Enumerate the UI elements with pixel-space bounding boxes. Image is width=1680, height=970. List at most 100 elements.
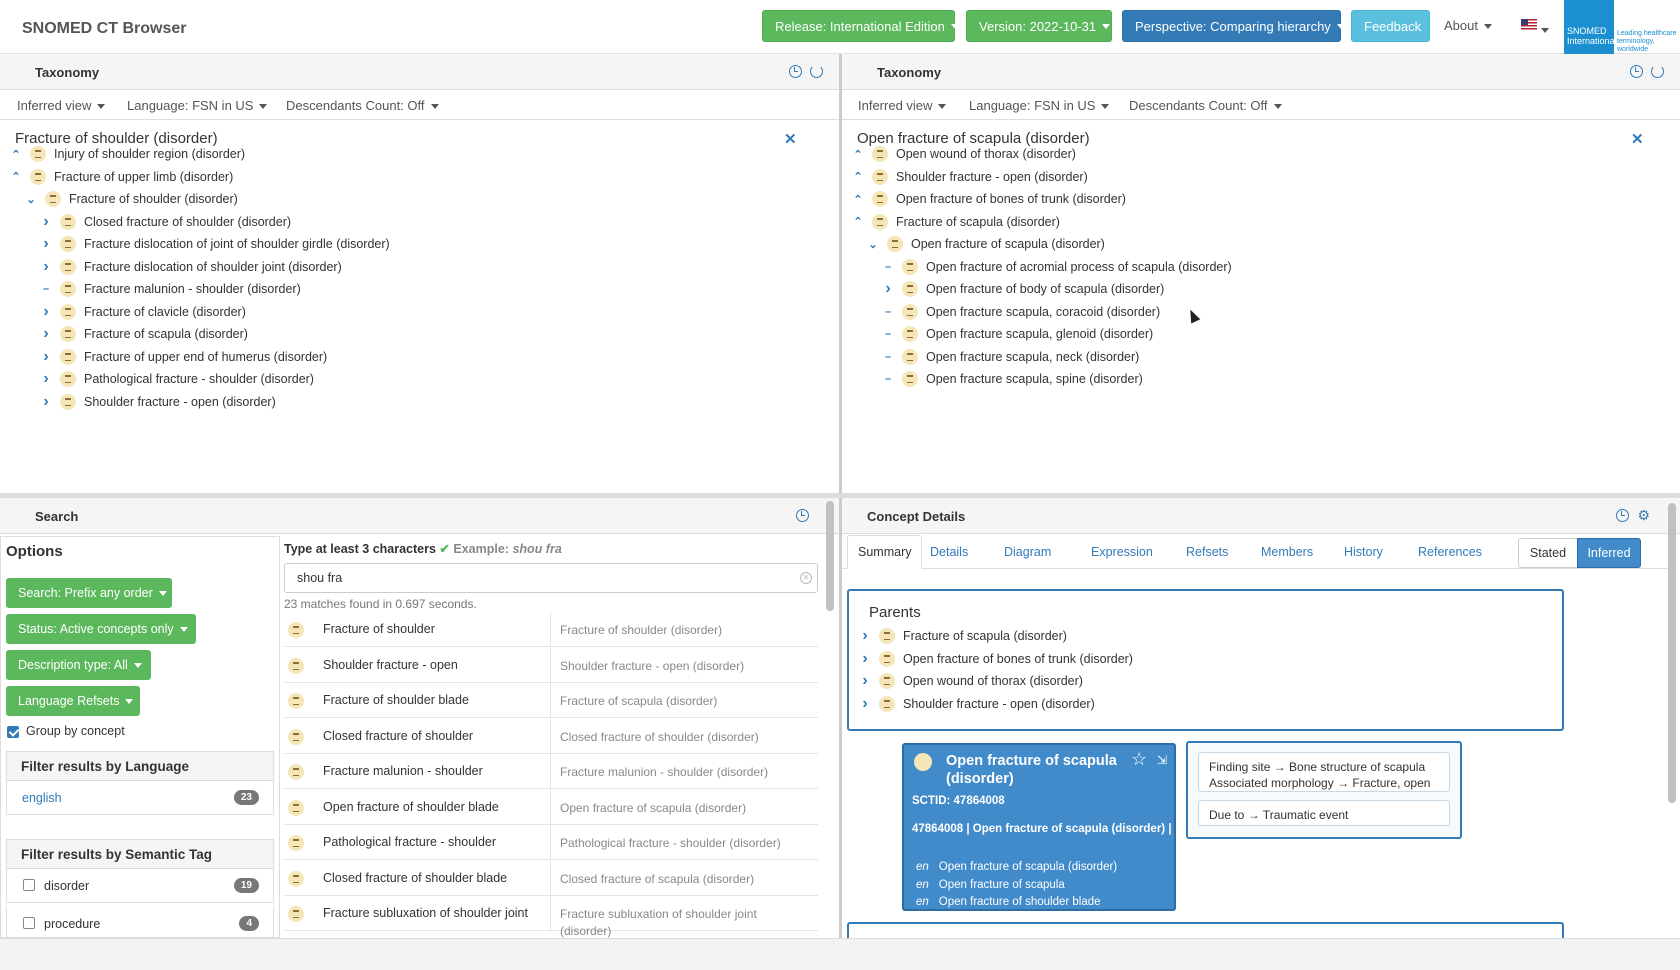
close-icon[interactable]: ✕	[1631, 130, 1644, 148]
tree-row-label[interactable]: Injury of shoulder region (disorder)	[54, 147, 245, 161]
result-term[interactable]: Open fracture of shoulder blade	[323, 800, 499, 814]
refresh-icon[interactable]	[1651, 65, 1664, 78]
history-icon[interactable]	[789, 65, 802, 78]
filter-checkbox[interactable]	[23, 879, 35, 891]
stated-toggle[interactable]: Stated	[1518, 538, 1578, 568]
tree-row-label[interactable]: Open fracture scapula, neck (disorder)	[926, 350, 1139, 364]
chevron-up-icon[interactable]: ⌃	[8, 148, 24, 161]
tree-row[interactable]: – Open fracture scapula, spine (disorder)	[880, 368, 1143, 390]
chevron-right-icon[interactable]: ›	[880, 280, 896, 298]
search-result-row[interactable]: Closed fracture of shoulder blade Closed …	[284, 860, 818, 896]
result-term[interactable]: Fracture subluxation of shoulder joint	[323, 906, 528, 920]
parent-row[interactable]: › Shoulder fracture - open (disorder)	[857, 693, 1095, 715]
tree-row-label[interactable]: Shoulder fracture - open (disorder)	[896, 170, 1088, 184]
chevron-up-icon[interactable]: ⌃	[850, 170, 866, 183]
pin-icon[interactable]: ⇲	[1157, 753, 1167, 767]
parent-row[interactable]: › Open fracture of bones of trunk (disord…	[857, 648, 1133, 670]
tree-row-label[interactable]: Open fracture scapula, spine (disorder)	[926, 372, 1143, 386]
tree-row[interactable]: › Fracture of upper end of humerus (disor…	[38, 346, 327, 368]
chevron-right-icon[interactable]: ›	[38, 370, 54, 388]
chevron-right-icon[interactable]: ›	[857, 695, 873, 713]
feedback-button[interactable]: Feedback	[1351, 10, 1430, 42]
history-icon[interactable]	[796, 509, 809, 522]
tree-row[interactable]: – Open fracture scapula, glenoid (disorde…	[880, 323, 1153, 345]
chevron-right-icon[interactable]: ›	[857, 627, 873, 645]
version-dropdown[interactable]: Version: 2022-10-31	[966, 10, 1112, 42]
tree-row[interactable]: › Fracture of scapula (disorder)	[38, 323, 248, 345]
search-result-row[interactable]: Fracture subluxation of shoulder joint Fr…	[284, 896, 818, 938]
tree-row[interactable]: › Shoulder fracture - open (disorder)	[38, 391, 276, 413]
chevron-right-icon[interactable]: ›	[38, 325, 54, 343]
inferred-toggle[interactable]: Inferred	[1577, 538, 1641, 568]
chevron-right-icon[interactable]: ›	[38, 348, 54, 366]
tab-members[interactable]: Members	[1251, 535, 1323, 569]
result-term[interactable]: Fracture of shoulder blade	[323, 693, 469, 707]
chevron-down-icon[interactable]: ⌄	[23, 193, 39, 206]
filter-row[interactable]: procedure 4	[6, 907, 274, 941]
tree-row-label[interactable]: Shoulder fracture - open (disorder)	[84, 395, 276, 409]
result-term[interactable]: Fracture of shoulder	[323, 622, 435, 636]
parent-row[interactable]: › Open wound of thorax (disorder)	[857, 670, 1083, 692]
tree-row-label[interactable]: Fracture of scapula (disorder)	[896, 215, 1060, 229]
tab-diagram[interactable]: Diagram	[994, 535, 1061, 569]
tab-history[interactable]: History	[1334, 535, 1393, 569]
chevron-right-icon[interactable]: ›	[38, 303, 54, 321]
filter-label[interactable]: english	[22, 791, 62, 805]
tree-row[interactable]: › Closed fracture of shoulder (disorder)	[38, 211, 291, 233]
search-mode-dropdown[interactable]: Search: Prefix any order	[6, 578, 172, 608]
tree-row-label[interactable]: Open fracture of bones of trunk (disorde…	[896, 192, 1126, 206]
close-icon[interactable]: ✕	[784, 130, 797, 148]
tree-row-label[interactable]: Fracture of clavicle (disorder)	[84, 305, 246, 319]
search-result-row[interactable]: Shoulder fracture - open Shoulder fractur…	[284, 647, 818, 683]
tree-row-label[interactable]: Open fracture of scapula (disorder)	[911, 237, 1105, 251]
tree-row[interactable]: ⌃ Open wound of thorax (disorder)	[850, 143, 1076, 165]
search-scrollbar[interactable]	[826, 501, 834, 611]
tree-row[interactable]: ⌄ Open fracture of scapula (disorder)	[865, 233, 1105, 255]
result-term[interactable]: Closed fracture of shoulder	[323, 729, 473, 743]
about-menu[interactable]: About	[1444, 18, 1492, 33]
refresh-icon[interactable]	[810, 65, 823, 78]
language-dropdown[interactable]: Language: FSN in US	[127, 98, 268, 113]
view-dropdown[interactable]: Inferred view	[858, 98, 947, 113]
tree-row-label[interactable]: Fracture dislocation of shoulder joint (…	[84, 260, 342, 274]
tree-row[interactable]: – Open fracture scapula, coracoid (disord…	[880, 301, 1160, 323]
chevron-up-icon[interactable]: ⌃	[850, 148, 866, 161]
tree-row[interactable]: – Open fracture of acromial process of sc…	[880, 256, 1232, 278]
tree-row-label[interactable]: Open wound of thorax (disorder)	[896, 147, 1076, 161]
chevron-right-icon[interactable]: ›	[857, 672, 873, 690]
chevron-right-icon[interactable]: ›	[38, 393, 54, 411]
descendants-dropdown[interactable]: Descendants Count: Off	[1129, 98, 1282, 113]
tree-row[interactable]: › Open fracture of body of scapula (disor…	[880, 278, 1164, 300]
tree-row[interactable]: › Fracture dislocation of shoulder joint …	[38, 256, 342, 278]
history-icon[interactable]	[1630, 65, 1643, 78]
tab-references[interactable]: References	[1408, 535, 1492, 569]
tab-expression[interactable]: Expression	[1081, 535, 1163, 569]
tree-row[interactable]: ⌃ Injury of shoulder region (disorder)	[8, 143, 245, 165]
tree-row-label[interactable]: Fracture of upper end of humerus (disord…	[84, 350, 327, 364]
perspective-dropdown[interactable]: Perspective: Comparing hierarchy	[1122, 10, 1345, 42]
view-dropdown[interactable]: Inferred view	[17, 98, 106, 113]
result-term[interactable]: Pathological fracture - shoulder	[323, 835, 496, 849]
tree-row-label[interactable]: Pathological fracture - shoulder (disord…	[84, 372, 314, 386]
tree-row[interactable]: ⌃ Shoulder fracture - open (disorder)	[850, 166, 1088, 188]
search-result-row[interactable]: Fracture malunion - shoulder Fracture mal…	[284, 754, 818, 789]
gear-icon[interactable]: ⚙	[1637, 508, 1650, 522]
search-result-row[interactable]: Pathological fracture - shoulder Patholog…	[284, 825, 818, 860]
star-icon[interactable]: ☆	[1131, 749, 1147, 770]
tree-row-label[interactable]: Open fracture of body of scapula (disord…	[926, 282, 1164, 296]
tree-row-label[interactable]: Fracture of scapula (disorder)	[84, 327, 248, 341]
tree-row[interactable]: › Fracture dislocation of joint of should…	[38, 233, 390, 255]
search-input[interactable]	[284, 563, 818, 593]
tree-row[interactable]: ⌃ Fracture of scapula (disorder)	[850, 211, 1060, 233]
tree-row[interactable]: – Fracture malunion - shoulder (disorder)	[38, 278, 301, 300]
parent-label[interactable]: Open fracture of bones of trunk (disorde…	[903, 652, 1133, 666]
tree-row[interactable]: – Open fracture scapula, neck (disorder)	[880, 346, 1139, 368]
tree-row-label[interactable]: Open fracture of acromial process of sca…	[926, 260, 1232, 274]
parent-label[interactable]: Shoulder fracture - open (disorder)	[903, 697, 1095, 711]
result-term[interactable]: Shoulder fracture - open	[323, 658, 458, 672]
tab-summary[interactable]: Summary	[847, 535, 923, 569]
chevron-right-icon[interactable]: ›	[857, 650, 873, 668]
tab-details[interactable]: Details	[920, 535, 978, 569]
chevron-up-icon[interactable]: ⌃	[850, 215, 866, 228]
tree-row[interactable]: ⌃ Open fracture of bones of trunk (disord…	[850, 188, 1126, 210]
